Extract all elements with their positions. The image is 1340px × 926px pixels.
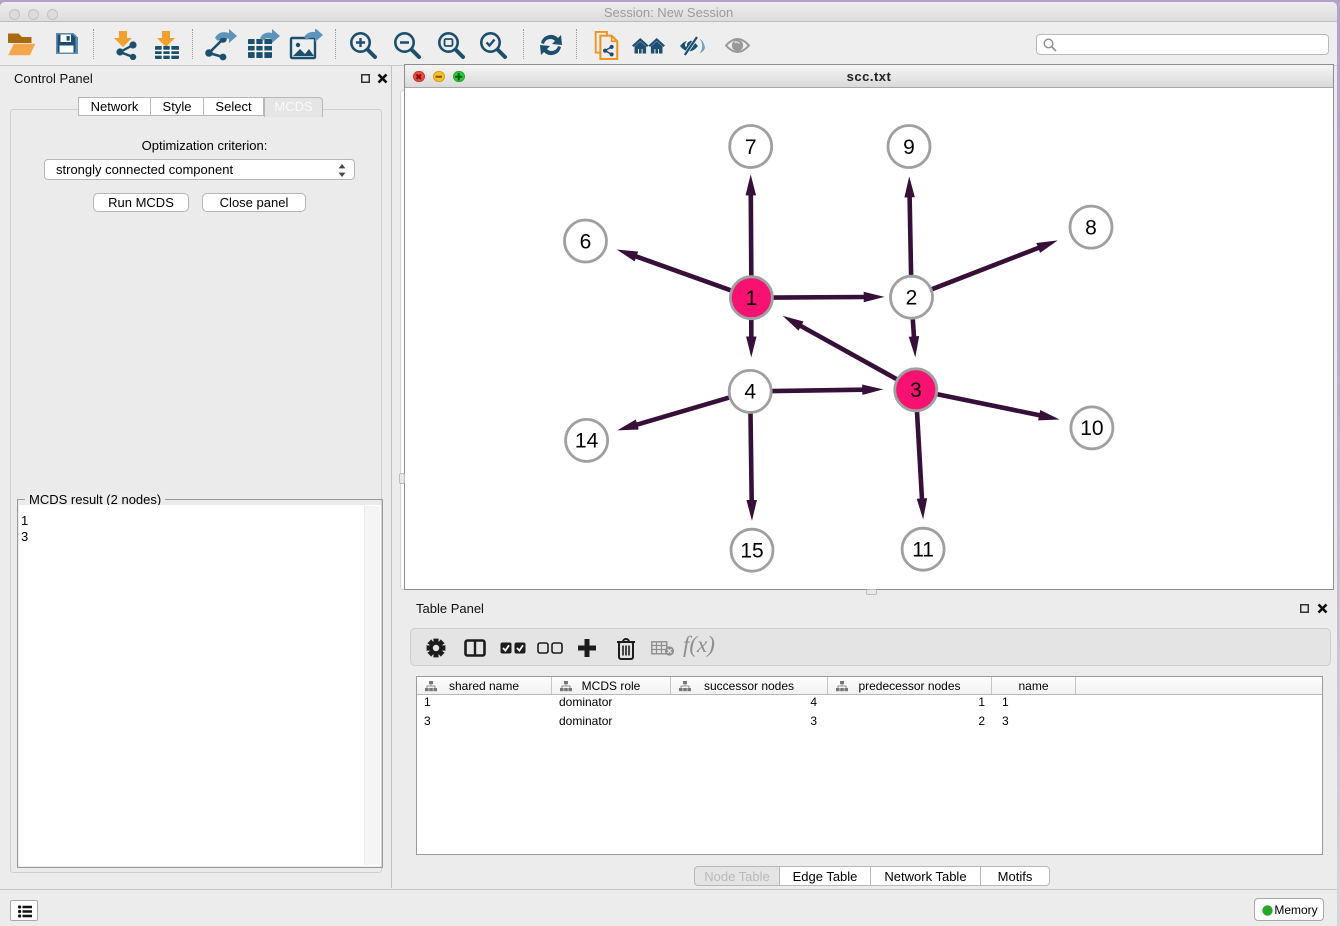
svg-text:4: 4: [744, 381, 756, 404]
svg-text:8: 8: [1085, 216, 1097, 239]
svg-text:7: 7: [745, 136, 757, 159]
svg-text:1: 1: [746, 287, 758, 310]
svg-text:15: 15: [740, 540, 763, 563]
svg-text:2: 2: [906, 287, 918, 310]
svg-text:6: 6: [580, 230, 592, 253]
svg-text:10: 10: [1080, 417, 1103, 440]
svg-text:14: 14: [575, 430, 599, 453]
svg-text:3: 3: [910, 379, 922, 402]
svg-text:11: 11: [912, 539, 934, 562]
svg-text:9: 9: [903, 136, 915, 159]
